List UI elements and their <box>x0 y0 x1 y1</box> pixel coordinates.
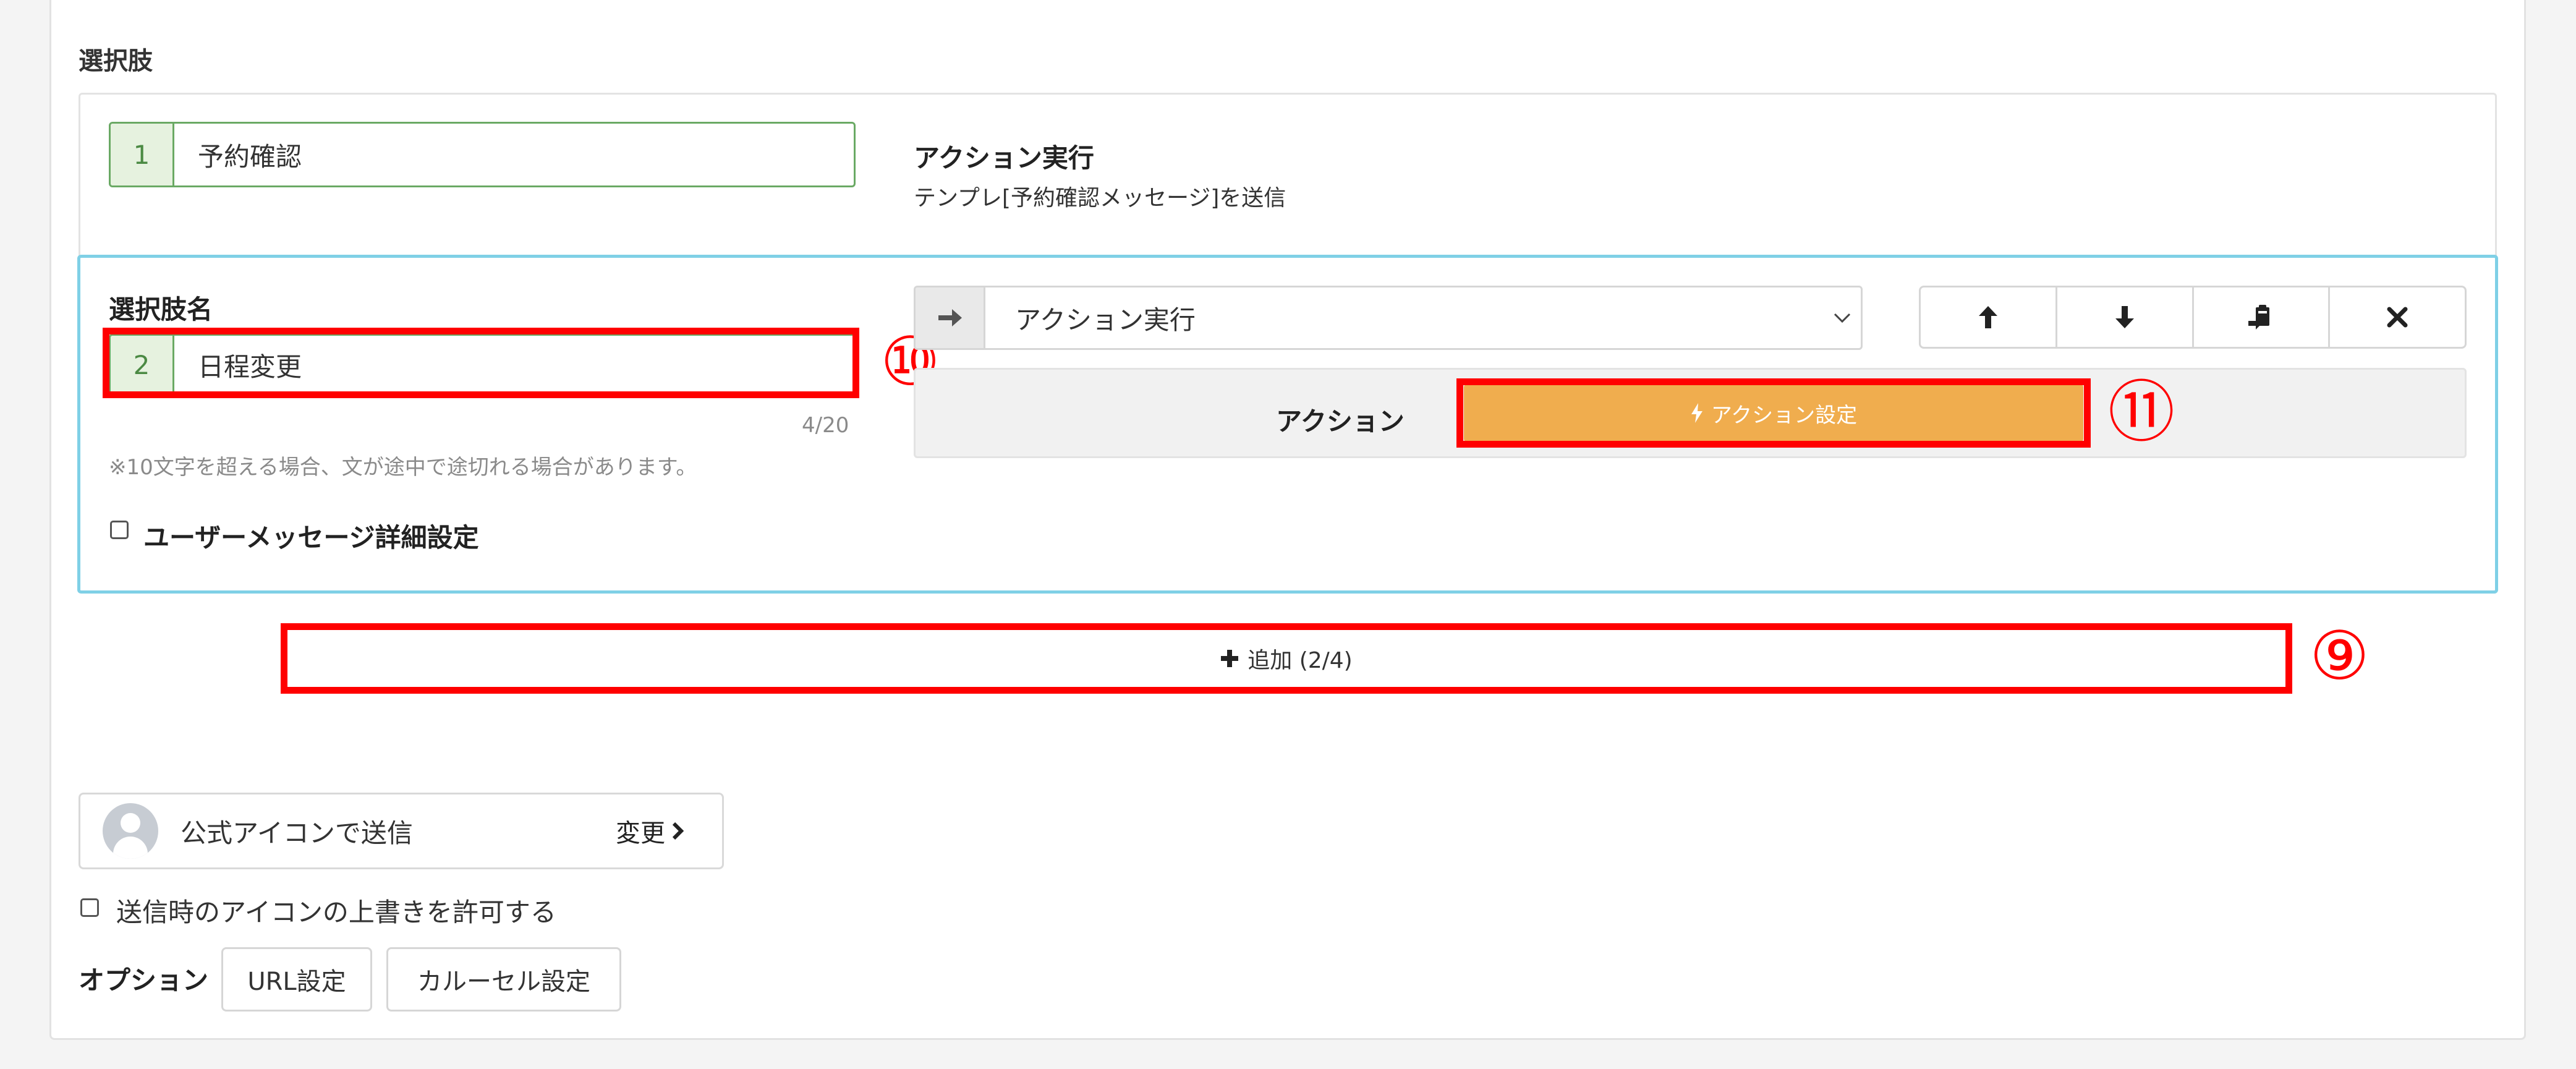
delete-button[interactable] <box>2330 287 2465 347</box>
arrow-right-icon <box>916 287 985 348</box>
action-label: アクション <box>1276 406 1405 437</box>
sender-icon-card: 公式アイコンで送信 変更 <box>79 793 724 869</box>
choice-1-input[interactable]: 1 予約確認 <box>109 122 856 187</box>
options-label: オプション <box>79 965 209 995</box>
user-message-detail-label: ユーザーメッセージ詳細設定 <box>143 522 479 553</box>
char-counter: 4/20 <box>802 413 849 438</box>
section-title: 選択肢 <box>79 47 153 75</box>
action-type-select[interactable]: アクション実行 <box>914 286 1863 350</box>
change-sender-label: 変更 <box>616 819 665 848</box>
chevron-right-icon <box>672 822 684 840</box>
move-up-button[interactable] <box>1921 287 2057 347</box>
url-settings-button[interactable]: URL設定 <box>221 947 372 1012</box>
action-type-value: アクション実行 <box>1015 304 1196 335</box>
carousel-settings-button[interactable]: カルーセル設定 <box>386 947 621 1012</box>
arrow-up-icon <box>1978 306 1997 328</box>
choice-1-action-title: アクション実行 <box>914 143 1094 173</box>
annotation-box-9 <box>281 623 2292 694</box>
choice-1-action-desc: テンプレ[予約確認メッセージ]を送信 <box>914 185 1286 211</box>
paste-icon <box>2248 305 2270 330</box>
annotation-box-10 <box>103 328 859 398</box>
annotation-box-11 <box>1456 378 2091 448</box>
annotation-number-11: ⑪ <box>2108 374 2175 451</box>
choice-number: 1 <box>111 124 174 185</box>
sender-label: 公式アイコンで送信 <box>181 817 413 848</box>
length-note: ※10文字を超える場合、文が途中で途切れる場合があります。 <box>109 455 697 480</box>
choice-control-buttons <box>1919 286 2467 349</box>
choice-name-label: 選択肢名 <box>109 294 213 325</box>
change-sender-link[interactable]: 変更 <box>616 813 685 849</box>
user-message-detail-checkbox[interactable] <box>110 521 129 539</box>
paste-button[interactable] <box>2194 287 2331 347</box>
move-down-button[interactable] <box>2057 287 2194 347</box>
close-icon <box>2387 307 2408 328</box>
annotation-number-9: ⑨ <box>2310 618 2370 695</box>
override-icon-checkbox[interactable] <box>80 898 99 917</box>
choice-1-value: 予約確認 <box>198 141 302 172</box>
avatar-icon <box>103 803 158 859</box>
override-icon-label: 送信時のアイコンの上書きを許可する <box>116 897 556 927</box>
arrow-down-icon <box>2115 306 2134 328</box>
chevron-down-icon <box>1824 287 1861 348</box>
